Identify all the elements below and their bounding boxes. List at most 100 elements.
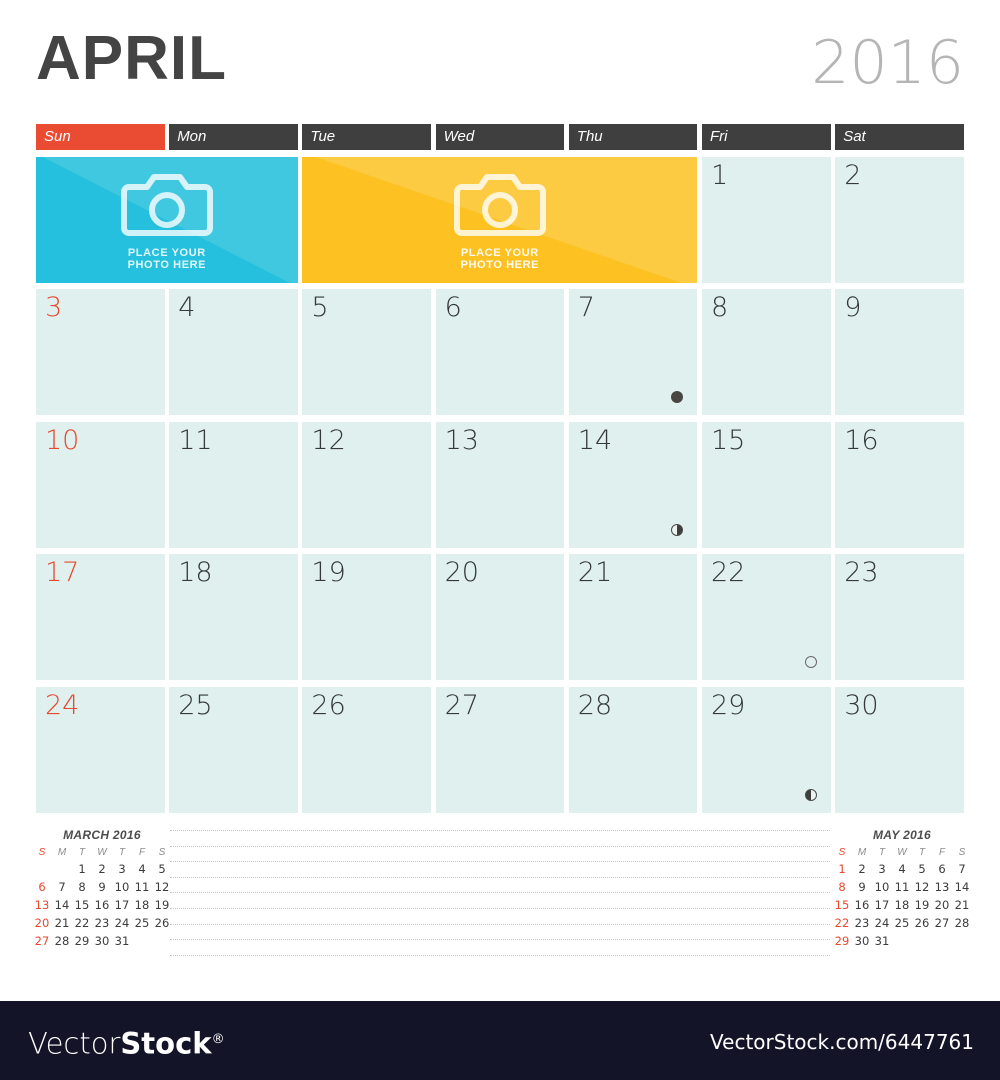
day-cell[interactable]: 23 <box>835 554 964 681</box>
day-cell[interactable]: 13 <box>435 421 565 548</box>
mini-day-cell[interactable]: 21 <box>52 914 72 932</box>
mini-day-cell[interactable]: 23 <box>852 914 872 932</box>
mini-day-cell[interactable]: 18 <box>132 896 152 914</box>
day-cell[interactable]: 11 <box>169 421 298 548</box>
mini-day-cell[interactable]: 10 <box>872 878 892 896</box>
mini-day-cell[interactable]: 24 <box>112 914 132 932</box>
mini-day-cell[interactable]: 1 <box>832 860 852 878</box>
day-cell[interactable]: 28 <box>568 686 698 813</box>
mini-day-cell[interactable]: 4 <box>892 860 912 878</box>
day-cell[interactable]: 10 <box>36 421 165 548</box>
day-cell[interactable]: 26 <box>302 686 431 813</box>
day-cell[interactable]: 12 <box>302 421 431 548</box>
mini-day-cell[interactable]: 12 <box>152 878 172 896</box>
mini-day-cell[interactable]: 14 <box>952 878 972 896</box>
mini-day-cell[interactable]: 31 <box>112 932 132 950</box>
day-cell[interactable]: 16 <box>835 421 964 548</box>
mini-day-cell[interactable]: 16 <box>92 896 112 914</box>
note-line[interactable] <box>170 907 830 909</box>
mini-day-cell[interactable]: 20 <box>32 914 52 932</box>
mini-day-cell[interactable]: 22 <box>72 914 92 932</box>
mini-day-cell[interactable]: 28 <box>52 932 72 950</box>
mini-day-cell[interactable]: 31 <box>872 932 892 950</box>
day-cell[interactable]: 6 <box>435 289 565 416</box>
day-cell[interactable]: 9 <box>835 289 964 416</box>
note-line[interactable] <box>170 845 830 847</box>
mini-day-cell[interactable]: 9 <box>852 878 872 896</box>
mini-day-cell[interactable]: 25 <box>892 914 912 932</box>
notes-area[interactable] <box>170 830 830 964</box>
day-cell[interactable]: 14 <box>568 421 698 548</box>
note-line[interactable] <box>170 954 830 956</box>
day-cell[interactable]: 24 <box>36 686 165 813</box>
mini-day-cell[interactable]: 5 <box>912 860 932 878</box>
mini-day-cell[interactable]: 24 <box>872 914 892 932</box>
day-cell[interactable]: 18 <box>169 554 298 681</box>
mini-day-cell[interactable]: 10 <box>112 878 132 896</box>
mini-day-cell[interactable]: 29 <box>832 932 852 950</box>
mini-day-cell[interactable]: 22 <box>832 914 852 932</box>
mini-day-cell[interactable]: 19 <box>912 896 932 914</box>
mini-day-cell[interactable]: 4 <box>132 860 152 878</box>
day-cell[interactable]: 15 <box>702 421 831 548</box>
mini-day-cell[interactable]: 6 <box>32 878 52 896</box>
photo-cyan[interactable]: PLACE YOUR PHOTO HERE <box>36 157 298 283</box>
day-cell[interactable]: 2 <box>835 157 964 283</box>
mini-day-cell[interactable]: 14 <box>52 896 72 914</box>
mini-day-cell[interactable]: 30 <box>92 932 112 950</box>
note-line[interactable] <box>170 876 830 878</box>
mini-day-cell[interactable]: 13 <box>932 878 952 896</box>
mini-day-cell[interactable]: 1 <box>72 860 92 878</box>
day-cell[interactable]: 3 <box>36 289 165 416</box>
mini-day-cell[interactable]: 2 <box>92 860 112 878</box>
mini-day-cell[interactable]: 7 <box>52 878 72 896</box>
note-line[interactable] <box>170 830 830 831</box>
mini-day-cell[interactable]: 8 <box>72 878 92 896</box>
day-cell[interactable]: 30 <box>835 686 964 813</box>
mini-day-cell[interactable]: 27 <box>32 932 52 950</box>
mini-day-cell[interactable]: 17 <box>872 896 892 914</box>
mini-day-cell[interactable]: 16 <box>852 896 872 914</box>
mini-day-cell[interactable]: 26 <box>912 914 932 932</box>
mini-day-cell[interactable]: 25 <box>132 914 152 932</box>
day-cell[interactable]: 22 <box>702 554 831 681</box>
day-cell[interactable]: 17 <box>36 554 165 681</box>
mini-day-cell[interactable]: 15 <box>832 896 852 914</box>
day-cell[interactable]: 21 <box>568 554 698 681</box>
day-cell[interactable]: 27 <box>435 686 565 813</box>
mini-day-cell[interactable]: 3 <box>872 860 892 878</box>
mini-day-cell[interactable]: 11 <box>892 878 912 896</box>
mini-day-cell[interactable]: 27 <box>932 914 952 932</box>
mini-day-cell[interactable]: 30 <box>852 932 872 950</box>
mini-day-cell[interactable]: 9 <box>92 878 112 896</box>
mini-day-cell[interactable]: 8 <box>832 878 852 896</box>
day-cell[interactable]: 4 <box>169 289 298 416</box>
note-line[interactable] <box>170 939 830 941</box>
photo-yellow[interactable]: PLACE YOUR PHOTO HERE <box>302 157 698 283</box>
note-line[interactable] <box>170 923 830 925</box>
mini-day-cell[interactable]: 19 <box>152 896 172 914</box>
mini-day-cell[interactable]: 23 <box>92 914 112 932</box>
mini-day-cell[interactable]: 5 <box>152 860 172 878</box>
mini-day-cell[interactable]: 29 <box>72 932 92 950</box>
mini-day-cell[interactable]: 6 <box>932 860 952 878</box>
day-cell[interactable]: 8 <box>702 289 831 416</box>
mini-day-cell[interactable]: 7 <box>952 860 972 878</box>
day-cell[interactable]: 29 <box>702 686 831 813</box>
mini-day-cell[interactable]: 21 <box>952 896 972 914</box>
mini-day-cell[interactable]: 20 <box>932 896 952 914</box>
mini-day-cell[interactable]: 26 <box>152 914 172 932</box>
mini-day-cell[interactable]: 12 <box>912 878 932 896</box>
mini-day-cell[interactable]: 17 <box>112 896 132 914</box>
mini-day-cell[interactable]: 11 <box>132 878 152 896</box>
note-line[interactable] <box>170 892 830 894</box>
note-line[interactable] <box>170 861 830 863</box>
mini-day-cell[interactable]: 2 <box>852 860 872 878</box>
day-cell[interactable]: 1 <box>702 157 831 283</box>
day-cell[interactable]: 7 <box>568 289 698 416</box>
day-cell[interactable]: 5 <box>302 289 431 416</box>
day-cell[interactable]: 20 <box>435 554 565 681</box>
mini-day-cell[interactable]: 3 <box>112 860 132 878</box>
mini-day-cell[interactable]: 13 <box>32 896 52 914</box>
mini-day-cell[interactable]: 28 <box>952 914 972 932</box>
